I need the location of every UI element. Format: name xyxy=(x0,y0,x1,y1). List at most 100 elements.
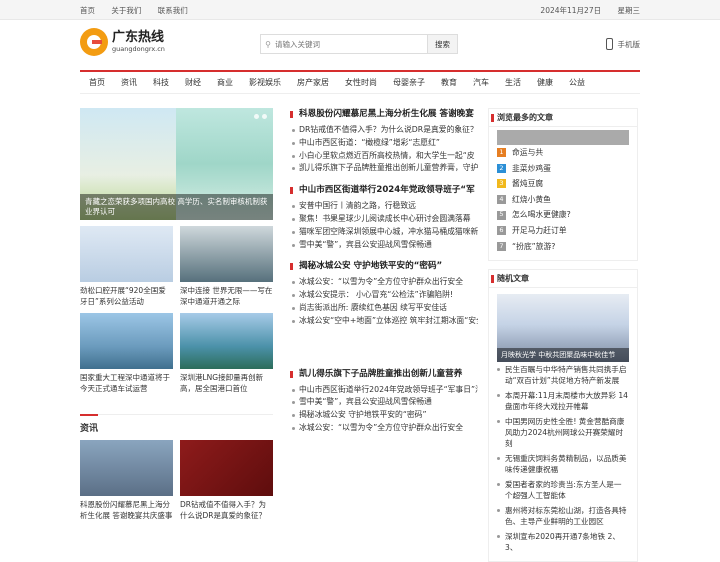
nav-item[interactable]: 房产家居 xyxy=(297,77,329,88)
random-link[interactable]: 深圳宣布2020再开通7条地铁 2、3、 xyxy=(489,529,637,555)
news-link[interactable]: 雪中美“警”，宾县公安迎战风雪保畅通 xyxy=(290,396,478,409)
news-link[interactable]: 凯儿得乐旗下子品牌胜童推出创新儿童营养膏，守护 xyxy=(290,162,478,175)
photo-card[interactable]: 国家重大工程深中通道将于今天正式通车试运营 xyxy=(80,313,173,394)
random-link[interactable]: 惠州将对标东莞松山湖，打造各具特色、主导产业鲜明的工业园区 xyxy=(489,503,637,529)
card-thumb xyxy=(80,313,173,369)
news-link[interactable]: 安普中国行丨清韵之路，行稳致远 xyxy=(290,200,478,213)
mobile-link[interactable]: 手机版 xyxy=(605,38,641,50)
card-thumb xyxy=(80,226,173,282)
photo-card[interactable]: 深中连接 世界无限——写在深中通道开通之际 xyxy=(180,226,273,307)
group-headline[interactable]: 凯儿得乐旗下子品牌胜童推出创新儿童营养 xyxy=(290,368,478,380)
current-date: 2024年11月27日 xyxy=(540,5,602,15)
rank-item[interactable]: 5 怎么喝水更健康? xyxy=(489,207,637,223)
section-title: 资讯 xyxy=(80,414,273,434)
news-link[interactable]: 小白心里软点燃近百所高校热情，和大学生一起“皮 xyxy=(290,150,478,163)
news-link[interactable]: 冰城公安“空中+地面”立体巡控 筑牢封江期冰面“安全 xyxy=(290,315,478,328)
card-thumb xyxy=(80,440,173,496)
news-link[interactable]: 雪中美“警”，宾县公安迎战风雪保畅通 xyxy=(290,239,478,252)
nav-item[interactable]: 科技 xyxy=(153,77,169,88)
news-link[interactable]: 冰城公安：“以雪为令”全方位守护群众出行安全 xyxy=(290,276,478,289)
random-articles-box: 随机文章 月映秋光学 中秋共团聚品味中秋佳节 民生百瞩与中华特产销售共同携手启动… xyxy=(488,269,638,562)
box-title: 浏览最多的文章 xyxy=(489,109,637,127)
logo-domain: guangdongrx.cn xyxy=(112,44,165,53)
photo-grid: 劲松口腔开展“920全国爱牙日”系列公益活动 深中连接 世界无限——写在深中通道… xyxy=(80,226,273,400)
news-link[interactable]: 尚志街派出所: 赓续红色基因 续写平安佳话 xyxy=(290,302,478,315)
news-link[interactable]: 中山市西区街道举行2024年党政领导班子“军事日”活 xyxy=(290,384,478,397)
nav-item[interactable]: 教育 xyxy=(441,77,457,88)
news-link[interactable]: 冰城公安：“以雪为令”全方位守护群众出行安全 xyxy=(290,422,478,435)
card-title[interactable]: 劲松口腔开展“920全国爱牙日”系列公益活动 xyxy=(80,285,173,307)
right-column: 浏览最多的文章 1 命运与共 2 韭菜炒鸡蛋 3 酱炖豆腐 4 红烧小黄鱼 5 怎么喝水更… xyxy=(488,108,638,562)
photo-card[interactable]: 深圳港LNG接卸量再创新高，居全国港口首位 xyxy=(180,313,273,394)
news-group: 中山市西区街道举行2024年党政领导班子“军 安普中国行丨清韵之路，行稳致远 聚… xyxy=(290,184,478,251)
random-image[interactable]: 月映秋光学 中秋共团聚品味中秋佳节 xyxy=(497,294,629,363)
card-title[interactable]: 国家重大工程深中通道将于今天正式通车试运营 xyxy=(80,372,173,394)
rank-item[interactable]: 1 命运与共 xyxy=(489,145,637,161)
top-link-home[interactable]: 首页 xyxy=(80,6,95,15)
rank-item[interactable]: 4 红烧小黄鱼 xyxy=(489,192,637,208)
nav-item[interactable]: 首页 xyxy=(89,77,105,88)
nav-item[interactable]: 女性时尚 xyxy=(345,77,377,88)
rank-item[interactable]: 6 开足马力赶订单 xyxy=(489,223,637,239)
news-link[interactable]: 猫咪军团空降深圳领展中心城，冲水猫马桶成猫咪新 xyxy=(290,226,478,239)
card-title[interactable]: 深圳港LNG接卸量再创新高，居全国港口首位 xyxy=(180,372,273,394)
search-box: ⚲ 搜索 xyxy=(260,34,458,54)
nav-item[interactable]: 财经 xyxy=(185,77,201,88)
nav-item[interactable]: 生活 xyxy=(505,77,521,88)
hero-slider[interactable]: 青藏之恋荣获多项国内高校 高学历、实名制审核机制获业界认可 xyxy=(80,108,273,220)
hero-caption[interactable]: 青藏之恋荣获多项国内高校 高学历、实名制审核机制获业界认可 xyxy=(80,194,273,220)
photo-card[interactable]: 劲松口腔开展“920全国爱牙日”系列公益活动 xyxy=(80,226,173,307)
card-title[interactable]: 深中连接 世界无限——写在深中通道开通之际 xyxy=(180,285,273,307)
search-button[interactable]: 搜索 xyxy=(427,35,457,53)
random-link[interactable]: 民生百瞩与中华特产销售共同携手启动“双百计划”共促地方特产新发展 xyxy=(489,362,637,388)
nav-item[interactable]: 公益 xyxy=(569,77,585,88)
main-content: 青藏之恋荣获多项国内高校 高学历、实名制审核机制获业界认可 劲松口腔开展“920… xyxy=(80,108,640,562)
card-thumb xyxy=(180,313,273,369)
left-column: 青藏之恋荣获多项国内高校 高学历、实名制审核机制获业界认可 劲松口腔开展“920… xyxy=(80,108,273,527)
rank-item[interactable]: 3 酱炖豆腐 xyxy=(489,176,637,192)
random-link[interactable]: 中国男网历史性全胜! 黄金营酷商康风助力2024杭州网球公开赛荣耀时刻 xyxy=(489,414,637,451)
rank-number: 4 xyxy=(497,195,506,205)
nav-item[interactable]: 汽车 xyxy=(473,77,489,88)
random-link[interactable]: 本周开幕:11月末周楼市大放异彩 14盘面市年终大戏拉开帷幕 xyxy=(489,388,637,414)
news-link[interactable]: 聚焦！书果星球少儿阅读成长中心研讨会圆满落幕 xyxy=(290,213,478,226)
main-nav: 首页 资讯 科技 财经 商业 影视娱乐 房产家居 女性时尚 母婴亲子 教育 汽车… xyxy=(80,70,640,94)
rank-item[interactable]: 2 韭菜炒鸡蛋 xyxy=(489,161,637,177)
random-link[interactable]: 无锡重庆饲料务黄精制品，以品质美味传递健康祝福 xyxy=(489,451,637,477)
rank-number: 5 xyxy=(497,210,506,220)
card-title[interactable]: 科恩股份闪耀慕尼黑上海分析生化展 答谢晚宴共庆盛事 xyxy=(80,499,173,521)
news-link[interactable]: DR钻戒值不值得入手？为什么说DR是真爱的象征？ xyxy=(290,124,478,137)
photo-card[interactable]: 科恩股份闪耀慕尼黑上海分析生化展 答谢晚宴共庆盛事 xyxy=(80,440,173,521)
news-group: 凯儿得乐旗下子品牌胜童推出创新儿童营养 中山市西区街道举行2024年党政领导班子… xyxy=(290,368,478,435)
news-group: 揭秘冰城公安 守护地铁平安的“密码” 冰城公安：“以雪为令”全方位守护群众出行安… xyxy=(290,260,478,327)
top-link-about[interactable]: 关于我们 xyxy=(111,6,141,15)
news-group: 科恩股份闪耀慕尼黑上海分析生化展 答谢晚宴 DR钻戒值不值得入手？为什么说DR是… xyxy=(290,108,478,175)
nav-item[interactable]: 影视娱乐 xyxy=(249,77,281,88)
card-title[interactable]: DR钻戒值不值得入手？为什么说DR是真爱的象征？ xyxy=(180,499,273,521)
news-link[interactable]: 冰城公安提示： 小心冒充“公检法”诈骗陷阱! xyxy=(290,289,478,302)
nav-item[interactable]: 商业 xyxy=(217,77,233,88)
news-link[interactable]: 揭秘冰城公安 守护地铁平安的“密码” xyxy=(290,409,478,422)
random-image-caption[interactable]: 月映秋光学 中秋共团聚品味中秋佳节 xyxy=(497,348,629,363)
box-title: 随机文章 xyxy=(489,270,637,289)
nav-item[interactable]: 健康 xyxy=(537,77,553,88)
random-link[interactable]: 爱国者者家的珍贵当:东方圣人是一个超强人工智能体 xyxy=(489,477,637,503)
mobile-label: 手机版 xyxy=(617,39,641,49)
group-headline[interactable]: 中山市西区街道举行2024年党政领导班子“军 xyxy=(290,184,478,196)
top-link-contact[interactable]: 联系我们 xyxy=(158,6,188,15)
news-link[interactable]: 中山市西区街道：“橄榄绿”增彩“志愿红” xyxy=(290,137,478,150)
nav-item[interactable]: 母婴亲子 xyxy=(393,77,425,88)
card-thumb xyxy=(180,440,273,496)
group-headline[interactable]: 揭秘冰城公安 守护地铁平安的“密码” xyxy=(290,260,478,272)
slider-dots[interactable] xyxy=(251,114,267,119)
site-logo[interactable]: 广东热线 guangdongrx.cn xyxy=(80,28,165,56)
most-viewed-box: 浏览最多的文章 1 命运与共 2 韭菜炒鸡蛋 3 酱炖豆腐 4 红烧小黄鱼 5 怎么喝水更… xyxy=(488,108,638,262)
photo-card[interactable]: DR钻戒值不值得入手？为什么说DR是真爱的象征？ xyxy=(180,440,273,521)
rank-number: 2 xyxy=(497,164,506,173)
rank-item[interactable] xyxy=(497,130,629,145)
group-headline[interactable]: 科恩股份闪耀慕尼黑上海分析生化展 答谢晚宴 xyxy=(290,108,478,120)
search-input[interactable] xyxy=(275,35,427,53)
rank-item[interactable]: 7 “扮底”旅游? xyxy=(489,239,637,255)
nav-item[interactable]: 资讯 xyxy=(121,77,137,88)
rank-number: 6 xyxy=(497,226,506,236)
